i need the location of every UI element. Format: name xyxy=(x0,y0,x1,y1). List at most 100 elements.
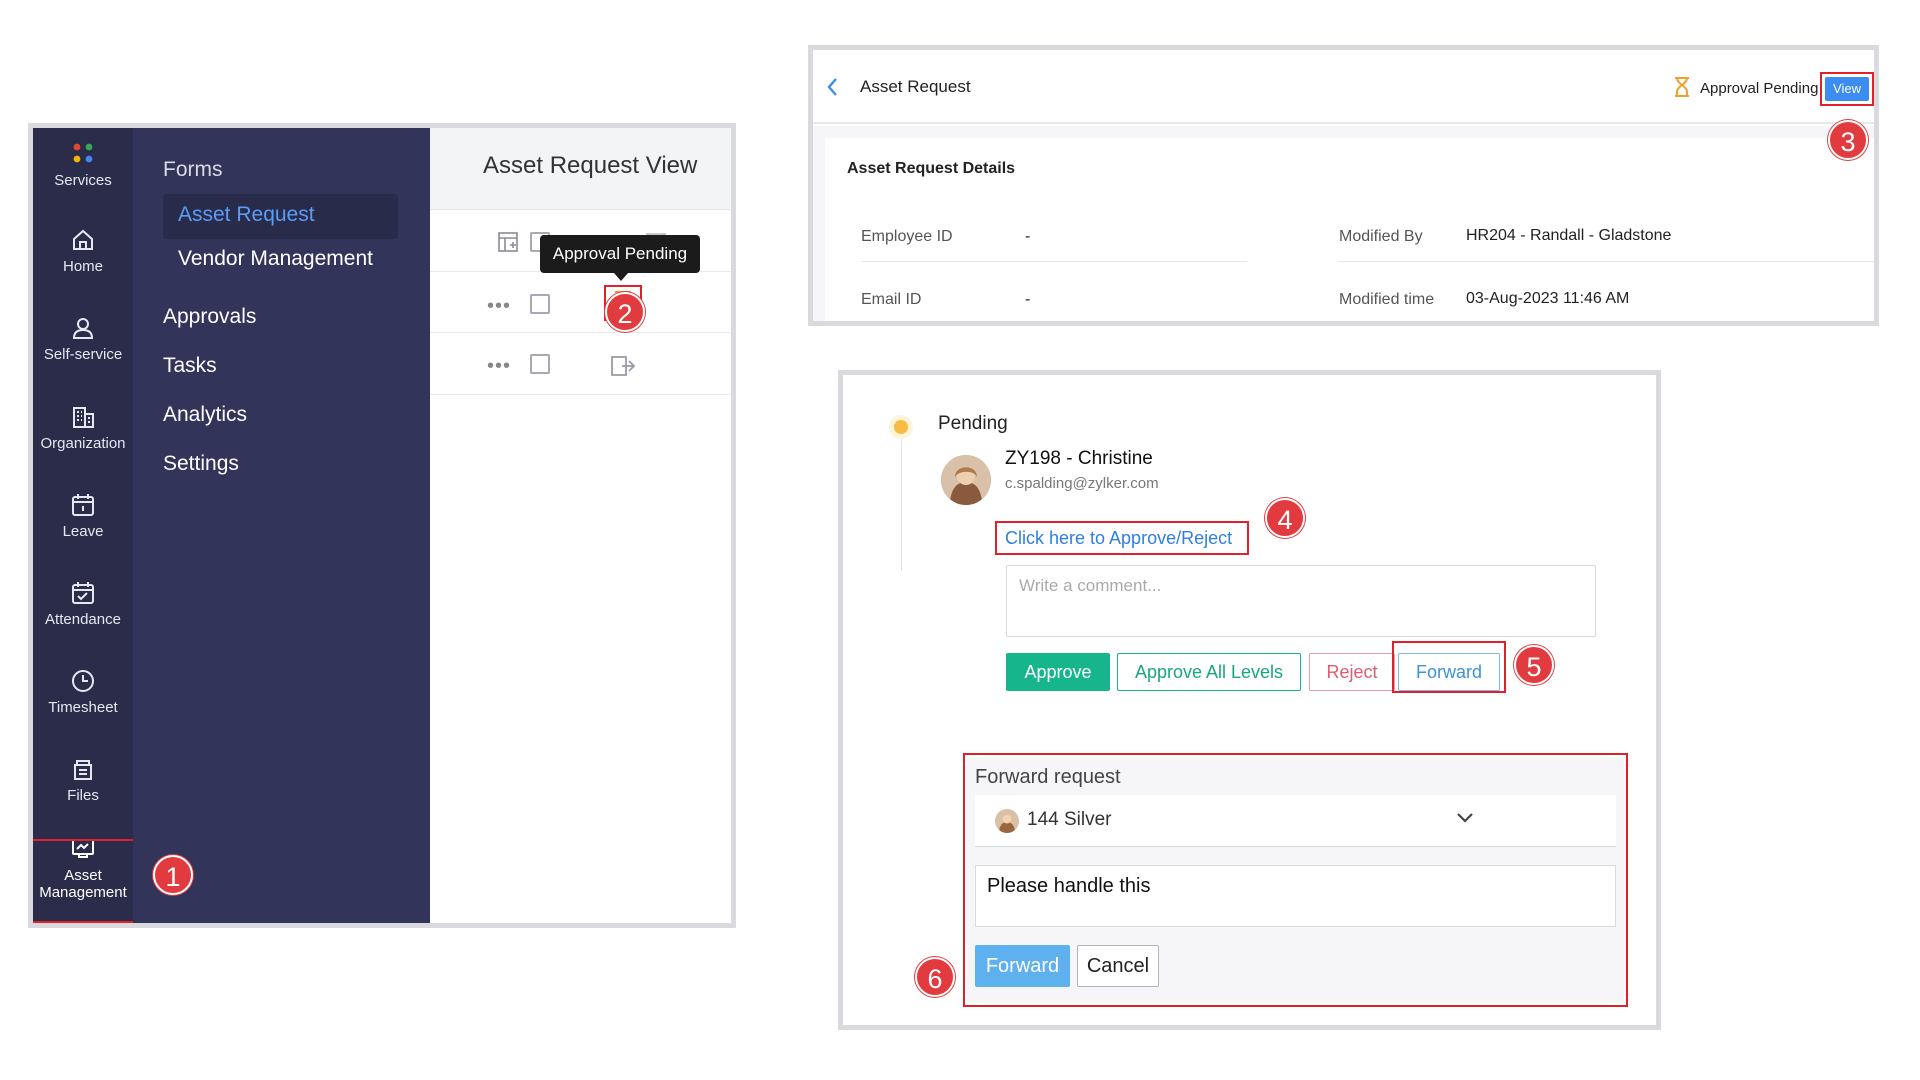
step-badge-3: 3 xyxy=(1828,120,1868,160)
rail-label-files: Files xyxy=(67,787,99,804)
detail-header: Asset Request Approval Pending View xyxy=(813,50,1874,124)
row-more-actions[interactable]: ••• xyxy=(487,355,511,378)
submenu-item-analytics[interactable]: Analytics xyxy=(163,403,247,427)
approval-state: Pending xyxy=(938,413,1008,434)
forward-request-inner: Forward request 144 Silver Please handle… xyxy=(967,757,1624,1003)
user-avatar xyxy=(995,809,1019,833)
field-underline xyxy=(1339,324,1879,325)
rail-label-leave: Leave xyxy=(62,523,104,540)
rail-label-home: Home xyxy=(62,258,103,275)
rail-label-attendance: Attendance xyxy=(45,611,121,628)
rail-item-files[interactable]: Files xyxy=(33,755,133,804)
rail-label-timesheet: Timesheet xyxy=(48,699,118,716)
modified-by-label: Modified By xyxy=(1339,228,1423,245)
forward-message-text: Please handle this xyxy=(987,875,1151,897)
hourglass-icon xyxy=(1673,76,1691,98)
submenu-item-settings[interactable]: Settings xyxy=(163,452,239,476)
highlight-forward-button xyxy=(1392,641,1506,693)
view-title: Asset Request View xyxy=(483,152,698,179)
step-badge-6: 6 xyxy=(915,957,955,997)
rail-label-self-service: Self-service xyxy=(43,346,123,363)
approval-status-text: Approval Pending xyxy=(1700,80,1819,97)
forward-user-select[interactable]: 144 Silver xyxy=(975,795,1616,847)
asset-request-detail-panel: Asset Request Approval Pending View Asse… xyxy=(808,45,1879,326)
forward-message-input[interactable]: Please handle this xyxy=(975,865,1616,927)
pending-dot xyxy=(894,420,908,434)
modified-time-value: 03-Aug-2023 11:46 AM xyxy=(1466,290,1630,307)
approver-name: ZY198 - Christine xyxy=(1005,448,1153,469)
employee-id-value: - xyxy=(1025,228,1031,245)
email-id-value: - xyxy=(1025,291,1031,308)
tooltip-arrow xyxy=(614,273,628,281)
rail-label-services: Services xyxy=(54,172,112,189)
approver-email: c.spalding@zylker.com xyxy=(1005,475,1159,492)
main-nav-rail: Services Home Self-service Organization … xyxy=(33,128,138,923)
employee-id-label: Employee ID xyxy=(861,228,953,245)
row-checkbox[interactable] xyxy=(530,354,550,374)
modified-time-label: Modified time xyxy=(1339,291,1435,308)
forwarded-status-icon[interactable] xyxy=(608,352,638,380)
calendar-check-icon xyxy=(69,579,97,607)
clock-icon xyxy=(69,667,97,695)
forward-request-form: Forward request 144 Silver Please handle… xyxy=(963,753,1628,1007)
submenu-heading-forms[interactable]: Forms xyxy=(163,158,223,182)
home-icon xyxy=(69,226,97,254)
field-underline xyxy=(861,261,1247,262)
forward-request-title: Forward request xyxy=(975,766,1121,788)
approve-all-levels-button[interactable]: Approve All Levels xyxy=(1117,653,1301,691)
highlight-view-button xyxy=(1820,72,1874,106)
detail-breadcrumb: Asset Request xyxy=(860,77,971,96)
rail-item-attendance[interactable]: Attendance xyxy=(33,579,133,628)
step-badge-5: 5 xyxy=(1514,645,1554,685)
person-icon xyxy=(69,314,97,342)
rail-item-self-service[interactable]: Self-service xyxy=(33,314,133,363)
modified-by-value: HR204 - Randall - Gladstone xyxy=(1466,227,1672,244)
approval-panel: Pending ZY198 - Christine c.spalding@zyl… xyxy=(838,370,1661,1030)
row-checkbox[interactable] xyxy=(530,294,550,314)
row-divider xyxy=(430,332,731,333)
field-underline xyxy=(861,324,1247,325)
rail-item-services[interactable]: Services xyxy=(33,140,133,189)
email-id-label: Email ID xyxy=(861,291,922,308)
reject-button[interactable]: Reject xyxy=(1309,653,1395,691)
rail-label-organization: Organization xyxy=(40,435,126,452)
step-badge-1: 1 xyxy=(153,855,193,895)
back-chevron-icon[interactable] xyxy=(825,76,841,98)
field-underline xyxy=(1339,261,1874,262)
calendar-icon xyxy=(69,491,97,519)
detail-body: Asset Request Details Employee ID - Emai… xyxy=(813,126,1874,321)
step-badge-2: 2 xyxy=(605,292,645,332)
highlight-approve-link xyxy=(995,521,1249,555)
files-icon xyxy=(69,755,97,783)
chevron-down-icon[interactable] xyxy=(1455,811,1475,825)
row-more-actions[interactable]: ••• xyxy=(487,295,511,318)
building-icon xyxy=(69,403,97,431)
view-header: Asset Request View xyxy=(430,128,731,210)
rail-item-home[interactable]: Home xyxy=(33,226,133,275)
approval-pending-tooltip: Approval Pending xyxy=(540,235,700,273)
asset-submenu: Forms Asset Request Vendor Management Ap… xyxy=(133,128,430,923)
comment-input[interactable]: Write a comment... xyxy=(1006,565,1596,637)
column-settings-icon[interactable] xyxy=(497,231,519,253)
detail-card: Asset Request Details Employee ID - Emai… xyxy=(825,138,1874,321)
forward-submit-button[interactable]: Forward xyxy=(975,945,1070,987)
row-divider xyxy=(430,394,731,395)
selected-user: 144 Silver xyxy=(1027,809,1112,830)
list-view-area: Asset Request View ••• Approval Pending xyxy=(430,128,731,923)
rail-item-timesheet[interactable]: Timesheet xyxy=(33,667,133,716)
step-badge-4: 4 xyxy=(1265,498,1305,538)
section-title: Asset Request Details xyxy=(847,160,1016,177)
rail-item-organization[interactable]: Organization xyxy=(33,403,133,452)
asset-request-view-panel: Services Home Self-service Organization … xyxy=(28,123,736,928)
submenu-item-tasks[interactable]: Tasks xyxy=(163,354,217,378)
approve-button[interactable]: Approve xyxy=(1006,653,1110,691)
highlight-asset-management xyxy=(33,839,138,923)
approver-avatar xyxy=(941,455,991,505)
submenu-item-approvals[interactable]: Approvals xyxy=(163,305,256,329)
services-icon xyxy=(69,140,97,168)
submenu-item-asset-request[interactable]: Asset Request xyxy=(178,203,315,227)
cancel-button[interactable]: Cancel xyxy=(1077,945,1159,987)
timeline-line xyxy=(901,425,902,571)
rail-item-leave[interactable]: Leave xyxy=(33,491,133,540)
submenu-item-vendor-management[interactable]: Vendor Management xyxy=(178,247,373,271)
